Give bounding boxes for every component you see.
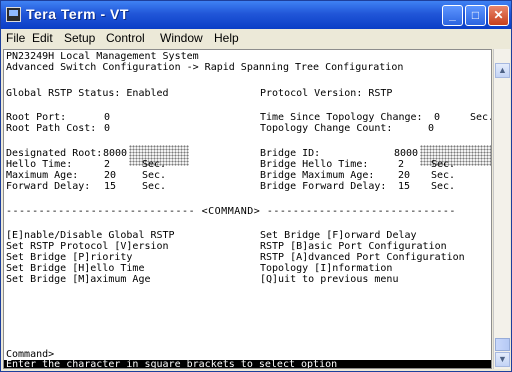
command-set-maximum-age[interactable]: Set Bridge [M]aximum Age	[6, 274, 151, 285]
tera-term-icon[interactable]	[6, 7, 21, 22]
hello-time-unit: Sec.	[142, 159, 167, 170]
command-set-hello-time[interactable]: Set Bridge [H]ello Time	[6, 263, 144, 274]
topology-change-count-value: 0	[428, 123, 435, 134]
bridge-maximum-age-label: Bridge Maximum Age:	[260, 170, 375, 181]
vertical-scrollbar[interactable]: ▲ ▼	[493, 49, 510, 369]
menu-control[interactable]: Control	[106, 31, 145, 45]
maximum-age-value: 20	[104, 170, 117, 181]
menu-file[interactable]: File	[6, 31, 25, 45]
bridge-forward-delay-unit: Sec.	[431, 181, 456, 192]
root-port-label: Root Port:	[6, 112, 67, 123]
command-set-forward-delay[interactable]: Set Bridge [F]orward Delay	[260, 230, 417, 241]
status-line: Enter the character in square brackets t…	[4, 359, 491, 369]
forward-delay-unit: Sec.	[142, 181, 167, 192]
forward-delay-label: Forward Delay:	[6, 181, 91, 192]
command-advanced-port-config[interactable]: RSTP [A]dvanced Port Configuration	[260, 252, 465, 263]
time-since-topology-change-label: Time Since Topology Change:	[260, 112, 423, 123]
terminal-screen[interactable]: PN23249H Local Management System Advance…	[3, 49, 492, 369]
command-divider: ----------------------------- <COMMAND> …	[6, 206, 456, 217]
bridge-hello-time-value: 2	[398, 159, 405, 170]
forward-delay-value: 15	[104, 181, 117, 192]
bridge-maximum-age-value: 20	[398, 170, 411, 181]
maximum-age-label: Maximum Age:	[6, 170, 79, 181]
bridge-id-label: Bridge ID:	[260, 148, 321, 159]
device-name: PN23249H Local Management System	[6, 51, 199, 62]
bridge-id-value: 8000	[394, 148, 419, 159]
menu-setup[interactable]: Setup	[64, 31, 95, 45]
hello-time-value: 2	[104, 159, 111, 170]
bridge-maximum-age-unit: Sec.	[431, 170, 456, 181]
status-message: Enter the character in square brackets t…	[6, 359, 338, 369]
scroll-up-icon[interactable]: ▲	[495, 63, 510, 78]
maximize-button[interactable]: □	[465, 5, 486, 26]
menu-help[interactable]: Help	[214, 31, 239, 45]
command-topology-information[interactable]: Topology [I]nformation	[260, 263, 392, 274]
root-port-value: 0	[104, 112, 111, 123]
bridge-forward-delay-label: Bridge Forward Delay:	[260, 181, 387, 192]
designated-root-label: Designated Root:	[6, 148, 103, 159]
window-title: Tera Term - VT	[26, 6, 129, 22]
maximum-age-unit: Sec.	[142, 170, 167, 181]
minimize-icon: _	[449, 8, 456, 22]
minimize-button[interactable]: _	[442, 5, 463, 26]
close-icon: ✕	[493, 8, 504, 22]
scroll-down-icon[interactable]: ▼	[495, 352, 510, 367]
designated-root-value: 8000	[103, 148, 128, 159]
maximize-icon: □	[471, 8, 480, 22]
bridge-forward-delay-value: 15	[398, 181, 411, 192]
protocol-version: Protocol Version: RSTP	[260, 88, 393, 99]
menu-window[interactable]: Window	[160, 31, 203, 45]
hello-time-label: Hello Time:	[6, 159, 73, 170]
command-set-protocol-version[interactable]: Set RSTP Protocol [V]ersion	[6, 241, 169, 252]
command-set-bridge-priority[interactable]: Set Bridge [P]riority	[6, 252, 132, 263]
command-basic-port-config[interactable]: RSTP [B]asic Port Configuration	[260, 241, 447, 252]
menu-bar: File Edit Setup Control Window Help	[1, 29, 511, 48]
command-quit[interactable]: [Q]uit to previous menu	[260, 274, 398, 285]
time-since-topology-change-value: 0	[434, 112, 441, 123]
command-enable-disable-rstp[interactable]: [E]nable/Disable Global RSTP	[6, 230, 175, 241]
time-since-topology-change-unit: Sec.	[470, 112, 492, 123]
close-button[interactable]: ✕	[488, 5, 509, 26]
tera-term-window: Tera Term - VT _ □ ✕ File Edit Setup Con…	[0, 0, 512, 372]
scrollbar-thumb[interactable]	[495, 338, 510, 351]
global-rstp-status: Global RSTP Status: Enabled	[6, 88, 169, 99]
menu-edit[interactable]: Edit	[32, 31, 53, 45]
root-path-cost-label: Root Path Cost:	[6, 123, 97, 134]
bridge-hello-time-unit: Sec.	[431, 159, 456, 170]
topology-change-count-label: Topology Change Count:	[260, 123, 393, 134]
menu-path: Advanced Switch Configuration -> Rapid S…	[6, 62, 404, 73]
bridge-hello-time-label: Bridge Hello Time:	[260, 159, 369, 170]
title-bar[interactable]: Tera Term - VT _ □ ✕	[1, 1, 511, 29]
root-path-cost-value: 0	[104, 123, 111, 134]
